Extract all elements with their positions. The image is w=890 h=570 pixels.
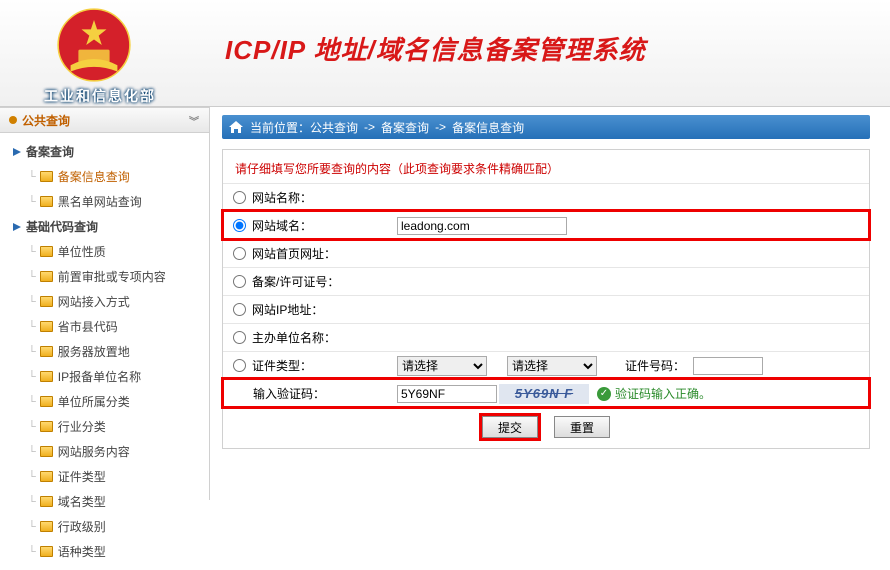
sidebar-item-unit-category[interactable]: └单位所属分类 <box>0 389 209 414</box>
radio-site-ip[interactable]: 网站IP地址： <box>227 301 397 318</box>
sidebar-item-domain-type[interactable]: └域名类型 <box>0 489 209 514</box>
check-icon: ✓ <box>597 387 611 401</box>
domain-input[interactable] <box>397 217 567 235</box>
sidebar-item-ip-report-unit[interactable]: └IP报备单位名称 <box>0 364 209 389</box>
query-panel: 请仔细填写您所要查询的内容（此项查询要求条件精确匹配） 网站名称： 网站域名： … <box>222 149 870 449</box>
folder-icon <box>40 296 53 307</box>
radio-site-domain[interactable]: 网站域名： <box>227 217 397 234</box>
bc-part-1[interactable]: 备案查询 <box>381 119 429 136</box>
folder-icon <box>40 371 53 382</box>
sidebar-item-language-type[interactable]: └语种类型 <box>0 539 209 564</box>
folder-icon <box>40 446 53 457</box>
radio-record-no[interactable]: 备案/许可证号： <box>227 273 397 290</box>
cert-type-select-2[interactable]: 请选择 <box>507 356 597 376</box>
sidebar-item-admin-level[interactable]: └行政级别 <box>0 514 209 539</box>
folder-icon <box>40 171 53 182</box>
submit-button[interactable]: 提交 <box>482 416 538 438</box>
folder-icon <box>40 546 53 557</box>
folder-icon <box>40 496 53 507</box>
folder-icon <box>40 271 53 282</box>
radio-site-name[interactable]: 网站名称： <box>227 189 397 206</box>
cert-type-select-1[interactable]: 请选择 <box>397 356 487 376</box>
sidebar-item-server-location[interactable]: └服务器放置地 <box>0 339 209 364</box>
captcha-label: 输入验证码： <box>227 385 397 402</box>
folder-icon <box>40 196 53 207</box>
captcha-image[interactable]: 5Y69N F <box>499 384 589 404</box>
sidebar-item-service-content[interactable]: └网站服务内容 <box>0 439 209 464</box>
breadcrumb: 当前位置： 公共查询 -> 备案查询 -> 备案信息查询 <box>222 115 870 139</box>
national-emblem <box>55 6 133 84</box>
sidebar-item-blacklist[interactable]: └黑名单网站查询 <box>0 189 209 214</box>
folder-icon <box>40 421 53 432</box>
folder-icon <box>40 346 53 357</box>
radio-cert-type[interactable]: 证件类型： <box>227 357 397 374</box>
radio-site-home[interactable]: 网站首页网址： <box>227 245 397 262</box>
chevron-down-icon: ︾ <box>189 113 199 128</box>
reset-button[interactable]: 重置 <box>554 416 610 438</box>
dept-name: 工业和信息化部 <box>44 86 156 106</box>
folder-icon <box>40 246 53 257</box>
cert-no-input[interactable] <box>693 357 763 375</box>
cert-no-label: 证件号码： <box>625 357 685 374</box>
sidebar-item-record-info[interactable]: └备案信息查询 <box>0 164 209 189</box>
captcha-input[interactable] <box>397 385 497 403</box>
sidebar-item-cert-type[interactable]: └证件类型 <box>0 464 209 489</box>
bullet-icon <box>8 115 18 125</box>
bc-part-2[interactable]: 备案信息查询 <box>452 119 524 136</box>
sidebar-group-basecode[interactable]: 基础代码查询 <box>0 214 209 239</box>
captcha-ok-text: 验证码输入正确。 <box>615 385 711 402</box>
sidebar-item-preapproval[interactable]: └前置审批或专项内容 <box>0 264 209 289</box>
sidebar-header[interactable]: 公共查询 ︾ <box>0 107 209 133</box>
home-icon <box>228 120 244 134</box>
sidebar-item-industry[interactable]: └行业分类 <box>0 414 209 439</box>
bc-part-0[interactable]: 公共查询 <box>310 119 358 136</box>
folder-icon <box>40 321 53 332</box>
folder-icon <box>40 396 53 407</box>
system-title: ICP/IP 地址/域名信息备案管理系统 <box>225 30 646 67</box>
sidebar: 公共查询 ︾ 备案查询 └备案信息查询 └黑名单网站查询 基础代码查询 └单位性… <box>0 107 210 500</box>
panel-hint: 请仔细填写您所要查询的内容（此项查询要求条件精确匹配） <box>223 150 869 183</box>
sidebar-item-unit-nature[interactable]: └单位性质 <box>0 239 209 264</box>
folder-icon <box>40 521 53 532</box>
sidebar-item-access-method[interactable]: └网站接入方式 <box>0 289 209 314</box>
arrow-icon <box>12 222 22 232</box>
sidebar-group-records[interactable]: 备案查询 <box>0 139 209 164</box>
arrow-icon <box>12 147 22 157</box>
folder-icon <box>40 471 53 482</box>
sidebar-item-region-code[interactable]: └省市县代码 <box>0 314 209 339</box>
radio-host-name[interactable]: 主办单位名称： <box>227 329 397 346</box>
